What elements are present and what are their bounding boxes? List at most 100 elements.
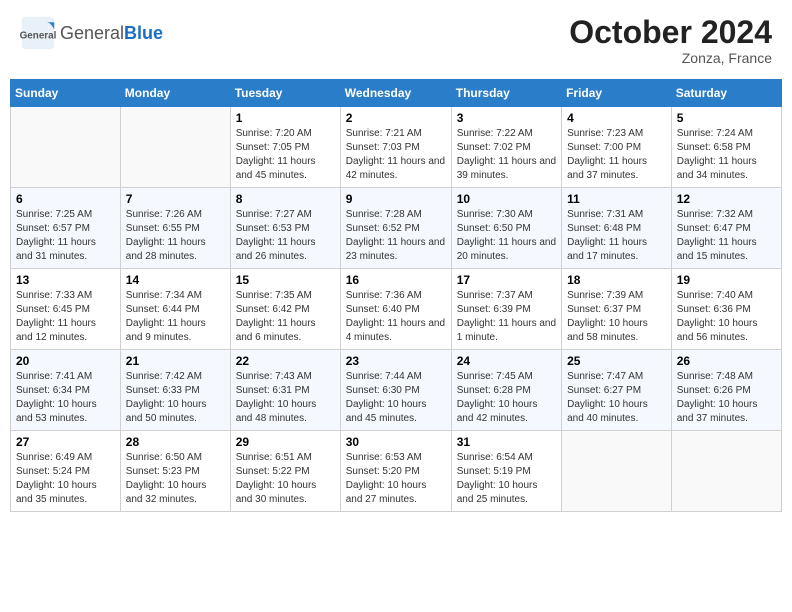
calendar-week-row: 6 Sunrise: 7:25 AMSunset: 6:57 PMDayligh… — [11, 188, 782, 269]
logo: General GeneralBlue — [20, 15, 163, 51]
calendar-cell: 4 Sunrise: 7:23 AMSunset: 7:00 PMDayligh… — [562, 107, 672, 188]
calendar-week-row: 13 Sunrise: 7:33 AMSunset: 6:45 PMDaylig… — [11, 269, 782, 350]
weekday-header-row: SundayMondayTuesdayWednesdayThursdayFrid… — [11, 80, 782, 107]
calendar-cell: 16 Sunrise: 7:36 AMSunset: 6:40 PMDaylig… — [340, 269, 451, 350]
day-detail: Sunrise: 7:21 AMSunset: 7:03 PMDaylight:… — [346, 127, 446, 183]
day-number: 5 — [677, 111, 776, 125]
day-number: 31 — [457, 435, 556, 449]
month-title: October 2024 — [569, 15, 772, 50]
day-number: 25 — [567, 354, 666, 368]
day-number: 30 — [346, 435, 446, 449]
weekday-header: Saturday — [671, 80, 781, 107]
calendar-cell: 29 Sunrise: 6:51 AMSunset: 5:22 PMDaylig… — [230, 431, 340, 512]
day-number: 18 — [567, 273, 666, 287]
day-detail: Sunrise: 7:30 AMSunset: 6:50 PMDaylight:… — [457, 208, 556, 264]
calendar-cell: 30 Sunrise: 6:53 AMSunset: 5:20 PMDaylig… — [340, 431, 451, 512]
day-detail: Sunrise: 7:25 AMSunset: 6:57 PMDaylight:… — [16, 208, 115, 264]
day-detail: Sunrise: 7:35 AMSunset: 6:42 PMDaylight:… — [236, 289, 335, 345]
logo-general-text: General — [60, 23, 124, 43]
day-detail: Sunrise: 6:53 AMSunset: 5:20 PMDaylight:… — [346, 451, 446, 507]
day-number: 3 — [457, 111, 556, 125]
calendar-cell: 28 Sunrise: 6:50 AMSunset: 5:23 PMDaylig… — [120, 431, 230, 512]
weekday-header: Friday — [562, 80, 672, 107]
day-number: 6 — [16, 192, 115, 206]
day-detail: Sunrise: 7:23 AMSunset: 7:00 PMDaylight:… — [567, 127, 666, 183]
day-number: 20 — [16, 354, 115, 368]
day-number: 11 — [567, 192, 666, 206]
weekday-header: Tuesday — [230, 80, 340, 107]
day-number: 14 — [126, 273, 225, 287]
calendar-cell: 15 Sunrise: 7:35 AMSunset: 6:42 PMDaylig… — [230, 269, 340, 350]
weekday-header: Thursday — [451, 80, 561, 107]
day-detail: Sunrise: 7:48 AMSunset: 6:26 PMDaylight:… — [677, 370, 776, 426]
day-detail: Sunrise: 7:41 AMSunset: 6:34 PMDaylight:… — [16, 370, 115, 426]
calendar-cell: 20 Sunrise: 7:41 AMSunset: 6:34 PMDaylig… — [11, 350, 121, 431]
calendar-cell — [120, 107, 230, 188]
title-block: October 2024 Zonza, France — [569, 15, 772, 66]
day-detail: Sunrise: 7:40 AMSunset: 6:36 PMDaylight:… — [677, 289, 776, 345]
day-detail: Sunrise: 7:34 AMSunset: 6:44 PMDaylight:… — [126, 289, 225, 345]
calendar-cell: 27 Sunrise: 6:49 AMSunset: 5:24 PMDaylig… — [11, 431, 121, 512]
day-number: 22 — [236, 354, 335, 368]
calendar-cell: 5 Sunrise: 7:24 AMSunset: 6:58 PMDayligh… — [671, 107, 781, 188]
day-detail: Sunrise: 7:44 AMSunset: 6:30 PMDaylight:… — [346, 370, 446, 426]
day-number: 12 — [677, 192, 776, 206]
day-number: 26 — [677, 354, 776, 368]
calendar-cell: 10 Sunrise: 7:30 AMSunset: 6:50 PMDaylig… — [451, 188, 561, 269]
day-detail: Sunrise: 7:33 AMSunset: 6:45 PMDaylight:… — [16, 289, 115, 345]
day-detail: Sunrise: 7:42 AMSunset: 6:33 PMDaylight:… — [126, 370, 225, 426]
day-number: 16 — [346, 273, 446, 287]
logo-blue-text: Blue — [124, 23, 163, 43]
weekday-header: Monday — [120, 80, 230, 107]
calendar-cell: 25 Sunrise: 7:47 AMSunset: 6:27 PMDaylig… — [562, 350, 672, 431]
calendar-week-row: 27 Sunrise: 6:49 AMSunset: 5:24 PMDaylig… — [11, 431, 782, 512]
calendar-cell: 12 Sunrise: 7:32 AMSunset: 6:47 PMDaylig… — [671, 188, 781, 269]
calendar-cell: 8 Sunrise: 7:27 AMSunset: 6:53 PMDayligh… — [230, 188, 340, 269]
day-number: 7 — [126, 192, 225, 206]
day-detail: Sunrise: 7:37 AMSunset: 6:39 PMDaylight:… — [457, 289, 556, 345]
calendar-cell: 26 Sunrise: 7:48 AMSunset: 6:26 PMDaylig… — [671, 350, 781, 431]
day-detail: Sunrise: 7:20 AMSunset: 7:05 PMDaylight:… — [236, 127, 335, 183]
calendar-week-row: 1 Sunrise: 7:20 AMSunset: 7:05 PMDayligh… — [11, 107, 782, 188]
day-detail: Sunrise: 7:36 AMSunset: 6:40 PMDaylight:… — [346, 289, 446, 345]
day-number: 21 — [126, 354, 225, 368]
calendar-cell: 13 Sunrise: 7:33 AMSunset: 6:45 PMDaylig… — [11, 269, 121, 350]
day-number: 2 — [346, 111, 446, 125]
day-number: 8 — [236, 192, 335, 206]
calendar-cell: 19 Sunrise: 7:40 AMSunset: 6:36 PMDaylig… — [671, 269, 781, 350]
day-detail: Sunrise: 7:31 AMSunset: 6:48 PMDaylight:… — [567, 208, 666, 264]
day-number: 10 — [457, 192, 556, 206]
day-detail: Sunrise: 6:49 AMSunset: 5:24 PMDaylight:… — [16, 451, 115, 507]
day-detail: Sunrise: 7:22 AMSunset: 7:02 PMDaylight:… — [457, 127, 556, 183]
day-number: 28 — [126, 435, 225, 449]
calendar-cell: 22 Sunrise: 7:43 AMSunset: 6:31 PMDaylig… — [230, 350, 340, 431]
calendar-cell: 31 Sunrise: 6:54 AMSunset: 5:19 PMDaylig… — [451, 431, 561, 512]
calendar-cell: 17 Sunrise: 7:37 AMSunset: 6:39 PMDaylig… — [451, 269, 561, 350]
day-detail: Sunrise: 7:47 AMSunset: 6:27 PMDaylight:… — [567, 370, 666, 426]
calendar-table: SundayMondayTuesdayWednesdayThursdayFrid… — [10, 79, 782, 512]
day-number: 15 — [236, 273, 335, 287]
calendar-week-row: 20 Sunrise: 7:41 AMSunset: 6:34 PMDaylig… — [11, 350, 782, 431]
day-detail: Sunrise: 6:51 AMSunset: 5:22 PMDaylight:… — [236, 451, 335, 507]
calendar-cell — [671, 431, 781, 512]
page-header: General GeneralBlue October 2024 Zonza, … — [10, 10, 782, 71]
calendar-cell: 3 Sunrise: 7:22 AMSunset: 7:02 PMDayligh… — [451, 107, 561, 188]
calendar-cell: 14 Sunrise: 7:34 AMSunset: 6:44 PMDaylig… — [120, 269, 230, 350]
day-detail: Sunrise: 6:54 AMSunset: 5:19 PMDaylight:… — [457, 451, 556, 507]
calendar-cell: 6 Sunrise: 7:25 AMSunset: 6:57 PMDayligh… — [11, 188, 121, 269]
calendar-cell: 7 Sunrise: 7:26 AMSunset: 6:55 PMDayligh… — [120, 188, 230, 269]
day-number: 23 — [346, 354, 446, 368]
location: Zonza, France — [569, 50, 772, 66]
calendar-cell: 1 Sunrise: 7:20 AMSunset: 7:05 PMDayligh… — [230, 107, 340, 188]
day-number: 29 — [236, 435, 335, 449]
day-number: 4 — [567, 111, 666, 125]
calendar-cell: 2 Sunrise: 7:21 AMSunset: 7:03 PMDayligh… — [340, 107, 451, 188]
calendar-cell: 24 Sunrise: 7:45 AMSunset: 6:28 PMDaylig… — [451, 350, 561, 431]
calendar-cell: 11 Sunrise: 7:31 AMSunset: 6:48 PMDaylig… — [562, 188, 672, 269]
day-detail: Sunrise: 7:45 AMSunset: 6:28 PMDaylight:… — [457, 370, 556, 426]
day-number: 13 — [16, 273, 115, 287]
weekday-header: Sunday — [11, 80, 121, 107]
day-number: 27 — [16, 435, 115, 449]
day-detail: Sunrise: 7:43 AMSunset: 6:31 PMDaylight:… — [236, 370, 335, 426]
day-number: 19 — [677, 273, 776, 287]
